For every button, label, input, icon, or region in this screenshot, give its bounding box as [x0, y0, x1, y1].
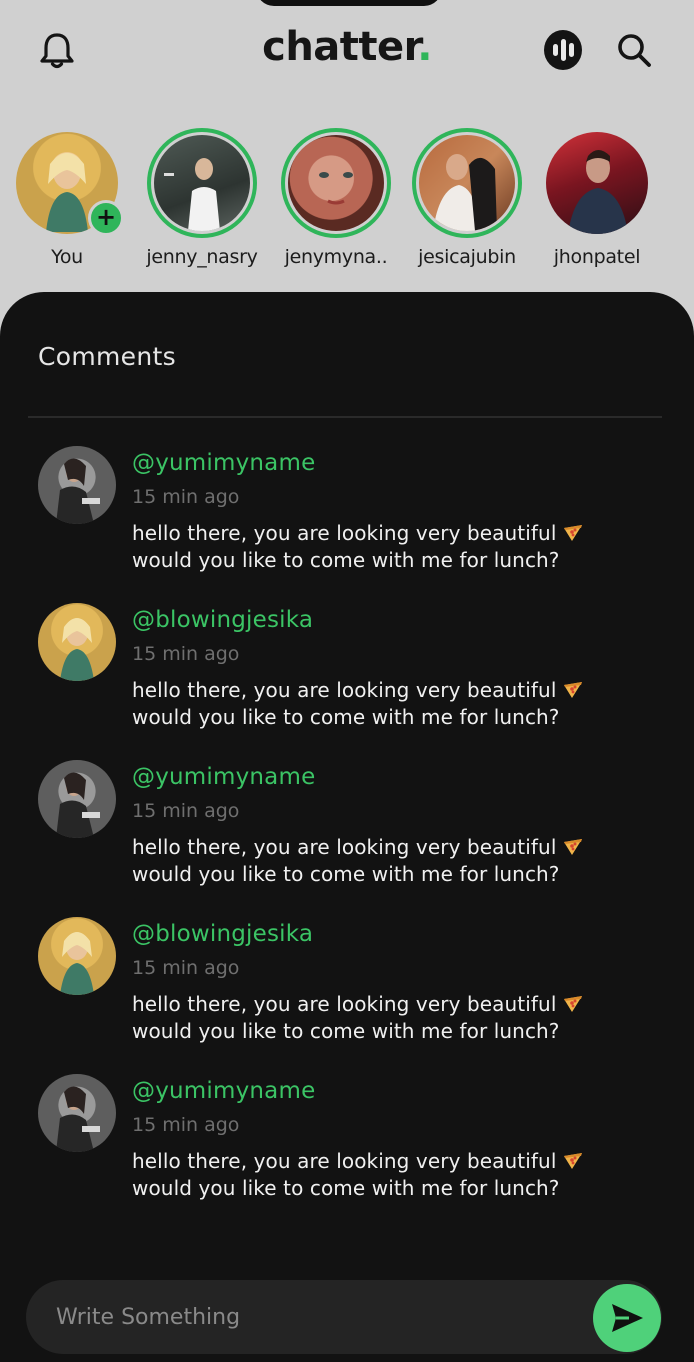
comment-line: would you like to come with me for lunch… [132, 705, 560, 729]
send-icon [612, 1304, 643, 1332]
comment-timestamp: 15 min ago [132, 1114, 240, 1136]
comment-item: @yumimyname 15 min ago hello there, you … [0, 442, 694, 592]
comment-line: hello there, you are looking very beauti… [132, 1149, 557, 1173]
comment-text: hello there, you are looking very beauti… [132, 834, 632, 888]
story-label: jenymyna.. [284, 246, 388, 268]
comment-item: @yumimyname 15 min ago hello there, you … [0, 756, 694, 906]
story-ring: + [12, 128, 124, 238]
avatar [151, 132, 253, 234]
pizza-icon [563, 839, 582, 855]
comment-line: hello there, you are looking very beauti… [132, 521, 557, 545]
story-label: You [51, 246, 83, 268]
app-screen: chatter. + You jenny_nasry jenymyna.. je… [0, 0, 694, 1362]
story-jhonpatel[interactable]: jhonpatel [532, 128, 662, 268]
comment-timestamp: 15 min ago [132, 957, 240, 979]
story-jesicajubin[interactable]: jesicajubin [402, 128, 532, 268]
avatar[interactable] [38, 760, 116, 838]
comment-line: would you like to come with me for lunch… [132, 548, 560, 572]
search-icon[interactable] [614, 30, 654, 70]
brand-logo: chatter. [0, 24, 694, 70]
story-jenymyna[interactable]: jenymyna.. [271, 128, 401, 268]
stories-row: + You jenny_nasry jenymyna.. jesicajubin… [0, 128, 694, 278]
add-icon[interactable]: + [88, 200, 124, 236]
top-bar: chatter. [0, 0, 694, 100]
comment-text: hello there, you are looking very beauti… [132, 677, 632, 731]
avatar[interactable] [38, 603, 116, 681]
comment-username[interactable]: @yumimyname [132, 450, 315, 476]
pizza-icon [563, 1153, 582, 1169]
story-label: jenny_nasry [146, 246, 258, 268]
comment-item: @blowingjesika 15 min ago hello there, y… [0, 913, 694, 1063]
avatar [546, 132, 648, 234]
brand-dot: . [417, 24, 432, 70]
comment-item: @yumimyname 15 min ago hello there, you … [0, 1070, 694, 1220]
comment-line: would you like to come with me for lunch… [132, 862, 560, 886]
avatar[interactable] [38, 1074, 116, 1152]
comment-text: hello there, you are looking very beauti… [132, 991, 632, 1045]
comment-username[interactable]: @yumimyname [132, 1078, 315, 1104]
comment-line: would you like to come with me for lunch… [132, 1019, 560, 1043]
comment-line: hello there, you are looking very beauti… [132, 678, 557, 702]
avatar [285, 132, 387, 234]
story-label: jhonpatel [553, 246, 641, 268]
divider [28, 416, 662, 418]
comments-sheet: Comments @yumimyname 15 min ago hello th… [0, 292, 694, 1362]
story-ring [542, 128, 652, 238]
story-you[interactable]: + You [2, 128, 132, 268]
pizza-icon [563, 996, 582, 1012]
comment-line: hello there, you are looking very beauti… [132, 835, 557, 859]
comment-text: hello there, you are looking very beauti… [132, 520, 632, 574]
comment-timestamp: 15 min ago [132, 643, 240, 665]
comment-username[interactable]: @blowingjesika [132, 607, 313, 633]
story-ring [147, 128, 257, 238]
sheet-title: Comments [38, 342, 176, 371]
avatar [416, 132, 518, 234]
audio-wave-icon[interactable] [544, 30, 582, 70]
comment-composer [26, 1280, 662, 1354]
comment-timestamp: 15 min ago [132, 486, 240, 508]
avatar[interactable] [38, 446, 116, 524]
comment-line: would you like to come with me for lunch… [132, 1176, 560, 1200]
comment-item: @blowingjesika 15 min ago hello there, y… [0, 599, 694, 749]
comment-username[interactable]: @yumimyname [132, 764, 315, 790]
pizza-icon [563, 525, 582, 541]
comment-timestamp: 15 min ago [132, 800, 240, 822]
comment-text: hello there, you are looking very beauti… [132, 1148, 632, 1202]
comment-line: hello there, you are looking very beauti… [132, 992, 557, 1016]
brand-name: chatter [262, 24, 418, 70]
comment-input[interactable] [56, 1280, 576, 1354]
story-ring [412, 128, 522, 238]
comment-username[interactable]: @blowingjesika [132, 921, 313, 947]
story-ring [281, 128, 391, 238]
avatar[interactable] [38, 917, 116, 995]
pizza-icon [563, 682, 582, 698]
story-jenny-nasry[interactable]: jenny_nasry [137, 128, 267, 268]
send-button[interactable] [593, 1284, 661, 1352]
story-label: jesicajubin [418, 246, 516, 268]
